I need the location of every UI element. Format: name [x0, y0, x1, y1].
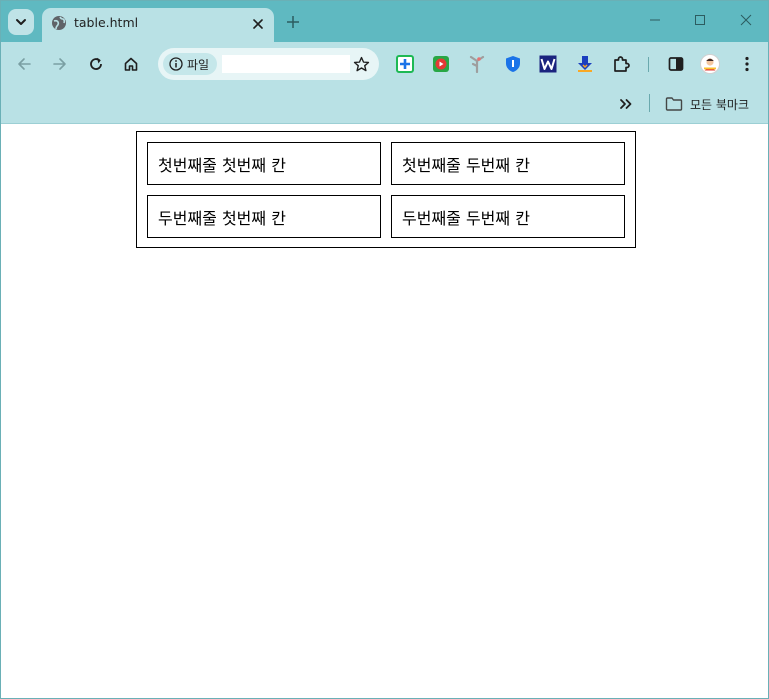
minimize-icon [650, 19, 660, 21]
grey-figure-extension-icon [469, 55, 485, 73]
table-cell-r1-c1: 첫번째줄 첫번째 칸 [147, 142, 381, 185]
tab-table-html[interactable]: table.html [42, 8, 274, 42]
all-bookmarks-folder[interactable]: 모든 북마크 [665, 92, 749, 116]
green-plus-extension[interactable] [395, 54, 415, 74]
home-button[interactable] [117, 50, 145, 78]
maximize-button[interactable] [686, 8, 714, 32]
arrow-right-icon [53, 58, 66, 70]
reload-icon [90, 57, 102, 70]
back-button[interactable] [10, 50, 38, 78]
all-bookmarks-label: 모든 북마크 [690, 97, 750, 112]
youtube-extension-icon [433, 56, 449, 72]
site-info-chip[interactable]: 파일 [163, 53, 218, 75]
minimize-button[interactable] [641, 8, 669, 32]
plus-icon [287, 16, 299, 28]
new-tab-button[interactable] [282, 11, 304, 33]
tab-search-button[interactable] [8, 9, 34, 35]
double-chevron-icon [620, 99, 632, 109]
forward-button[interactable] [46, 50, 74, 78]
globe-icon [52, 16, 66, 30]
w-extension-icon [539, 55, 557, 73]
shield-extension[interactable] [503, 54, 523, 74]
arrow-left-icon [18, 58, 31, 70]
address-bar[interactable]: 파일 [158, 48, 379, 80]
bookmark-star-button[interactable] [351, 54, 371, 74]
close-window-button[interactable] [732, 8, 760, 32]
side-panel-button[interactable] [666, 54, 686, 74]
shield-extension-icon [506, 56, 520, 72]
tab-close-button[interactable] [248, 14, 268, 34]
table-cell-r1-c2: 첫번째줄 두번째 칸 [391, 142, 625, 185]
kebab-menu-icon [745, 56, 749, 72]
bookmarks-overflow-button[interactable] [615, 93, 637, 115]
download-arrow-extension[interactable] [575, 54, 595, 74]
bookmarks-bar: 모든 북마크 [1, 87, 768, 124]
folder-icon [665, 97, 683, 111]
bookmarks-divider [649, 94, 650, 112]
extensions-button[interactable] [611, 54, 631, 74]
grey-figure-extension[interactable] [467, 54, 487, 74]
url-input[interactable] [222, 55, 350, 73]
side-panel-icon [668, 57, 684, 71]
star-icon [353, 56, 369, 71]
avatar [700, 54, 720, 74]
reload-button[interactable] [82, 50, 110, 78]
chevron-down-icon [16, 19, 26, 25]
menu-button[interactable] [737, 54, 757, 74]
home-icon [124, 57, 138, 71]
toolbar-divider [648, 57, 649, 72]
youtube-extension[interactable] [431, 54, 451, 74]
profile-button[interactable] [700, 54, 720, 74]
table-cell-r2-c2: 두번째줄 두번째 칸 [391, 195, 625, 238]
browser-window: table.html 파일 모든 북마크 첫번째줄 첫번째 칸 첫번째줄 두번째… [0, 0, 769, 699]
download-arrow-extension-icon [578, 56, 592, 72]
close-icon [253, 19, 263, 29]
maximize-icon [695, 15, 705, 25]
table-cell-r2-c1: 두번째줄 첫번째 칸 [147, 195, 381, 238]
page-content: 첫번째줄 첫번째 칸 첫번째줄 두번째 칸 두번째줄 첫번째 칸 두번째줄 두번… [1, 124, 768, 698]
green-plus-extension-icon [396, 55, 414, 73]
info-icon [169, 57, 183, 71]
site-info-label: 파일 [187, 57, 210, 72]
toolbar: 파일 [1, 42, 768, 87]
close-icon [740, 14, 752, 26]
w-extension[interactable] [538, 54, 558, 74]
tab-strip: table.html [1, 1, 768, 42]
puzzle-icon [614, 56, 630, 72]
demo-table: 첫번째줄 첫번째 칸 첫번째줄 두번째 칸 두번째줄 첫번째 칸 두번째줄 두번… [136, 131, 636, 248]
tab-title: table.html [74, 15, 139, 30]
